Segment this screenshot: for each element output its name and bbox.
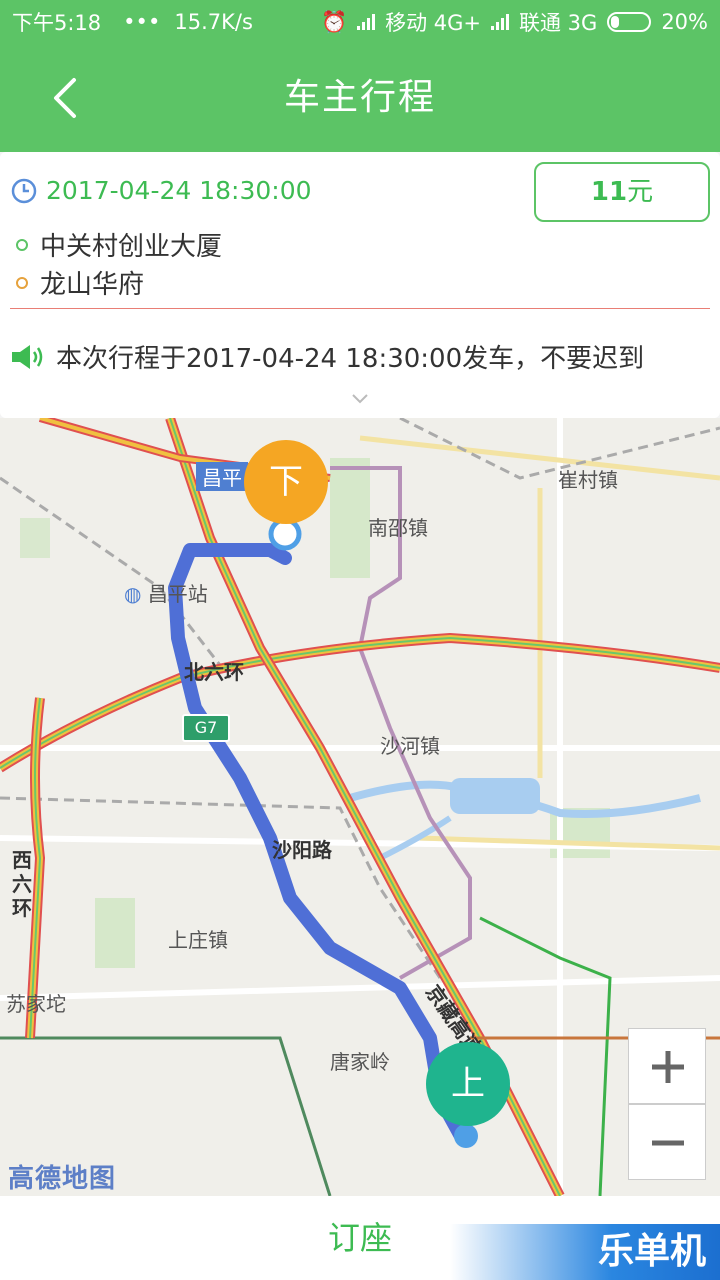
alarm-icon: ⏰	[320, 9, 348, 34]
pick-up-pin[interactable]: 上	[426, 1042, 510, 1126]
departure-time-row: 2017-04-24 18:30:00	[10, 176, 312, 205]
trip-card: 2017-04-24 18:30:00 11元 中关村创业大厦 龙山华府 本次行…	[0, 152, 720, 418]
zoom-out-button[interactable]	[628, 1104, 706, 1180]
station-icon: ◍	[124, 582, 142, 606]
map-view[interactable]: 昌平 ◍ 昌平站 南邵镇 崔村镇 北六环 G7 沙河镇 沙阳路 西六环 上庄镇 …	[0, 418, 720, 1196]
plus-icon	[652, 1051, 684, 1083]
page-title: 车主行程	[283, 77, 436, 118]
price-unit: 元	[627, 177, 654, 207]
signal-icon-2	[491, 14, 509, 30]
battery-icon	[607, 12, 652, 32]
divider	[10, 308, 710, 309]
map-label-changping-tag: 昌平	[196, 462, 248, 491]
network-speed: 15.7K/s	[174, 10, 253, 34]
speaker-icon	[12, 344, 43, 369]
destination-row: 龙山华府	[16, 264, 144, 301]
map-provider-logo: 高德地图	[8, 1164, 117, 1194]
map-label-cuicun: 崔村镇	[558, 468, 618, 492]
origin-name: 中关村创业大厦	[40, 232, 223, 262]
origin-row: 中关村创业大厦	[16, 226, 222, 263]
book-seat-button[interactable]: 订座	[260, 1196, 460, 1280]
notice-text: 本次行程于2017-04-24 18:30:00发车，不要迟到	[56, 344, 645, 374]
departure-time: 2017-04-24 18:30:00	[46, 176, 312, 205]
zoom-in-button[interactable]	[628, 1028, 706, 1104]
status-dots: •••	[123, 10, 161, 34]
destination-name: 龙山华府	[40, 270, 145, 300]
price-value: 11	[590, 177, 628, 207]
status-time: 下午5:18	[12, 11, 102, 35]
map-label-shayang-road: 沙阳路	[272, 838, 332, 862]
map-label-shangzhuang: 上庄镇	[168, 928, 228, 952]
carrier-2: 联通 3G	[519, 11, 598, 35]
destination-dot-icon	[16, 276, 28, 289]
price-button[interactable]: 11元	[534, 162, 710, 222]
map-label-tangjialing: 唐家岭	[330, 1050, 390, 1074]
minus-icon	[652, 1140, 684, 1146]
origin-dot-icon	[16, 238, 28, 251]
map-label-west-6th-ring: 西六环	[12, 848, 32, 920]
map-label-nanshao: 南邵镇	[368, 516, 428, 540]
chevron-down-icon[interactable]	[350, 392, 370, 406]
g7-road-shield: G7	[182, 714, 230, 742]
signal-icon	[357, 14, 376, 30]
map-label-north-6th-ring: 北六环	[184, 660, 244, 684]
map-canvas	[0, 418, 720, 1196]
map-label-changping-station[interactable]: ◍ 昌平站	[124, 578, 208, 607]
map-label-shahe: 沙河镇	[380, 734, 440, 758]
drop-off-pin[interactable]: 下	[244, 440, 328, 524]
watermark-logo: 乐单机	[450, 1224, 720, 1280]
status-bar: 下午5:18 ••• 15.7K/s ⏰ 移动 4G+ 联通 3G 20%	[0, 0, 720, 44]
carrier-1: 移动 4G+	[385, 11, 481, 35]
app-header: 车主行程	[0, 44, 720, 152]
map-label-sujiatuo: 苏家坨	[6, 992, 66, 1016]
notice-row: 本次行程于2017-04-24 18:30:00发车，不要迟到	[10, 338, 644, 375]
battery-level: 20%	[661, 10, 708, 34]
clock-icon	[11, 178, 37, 203]
bottom-bar: 订座 乐单机	[0, 1196, 720, 1280]
map-label-changping-station-text: 昌平站	[147, 582, 208, 606]
